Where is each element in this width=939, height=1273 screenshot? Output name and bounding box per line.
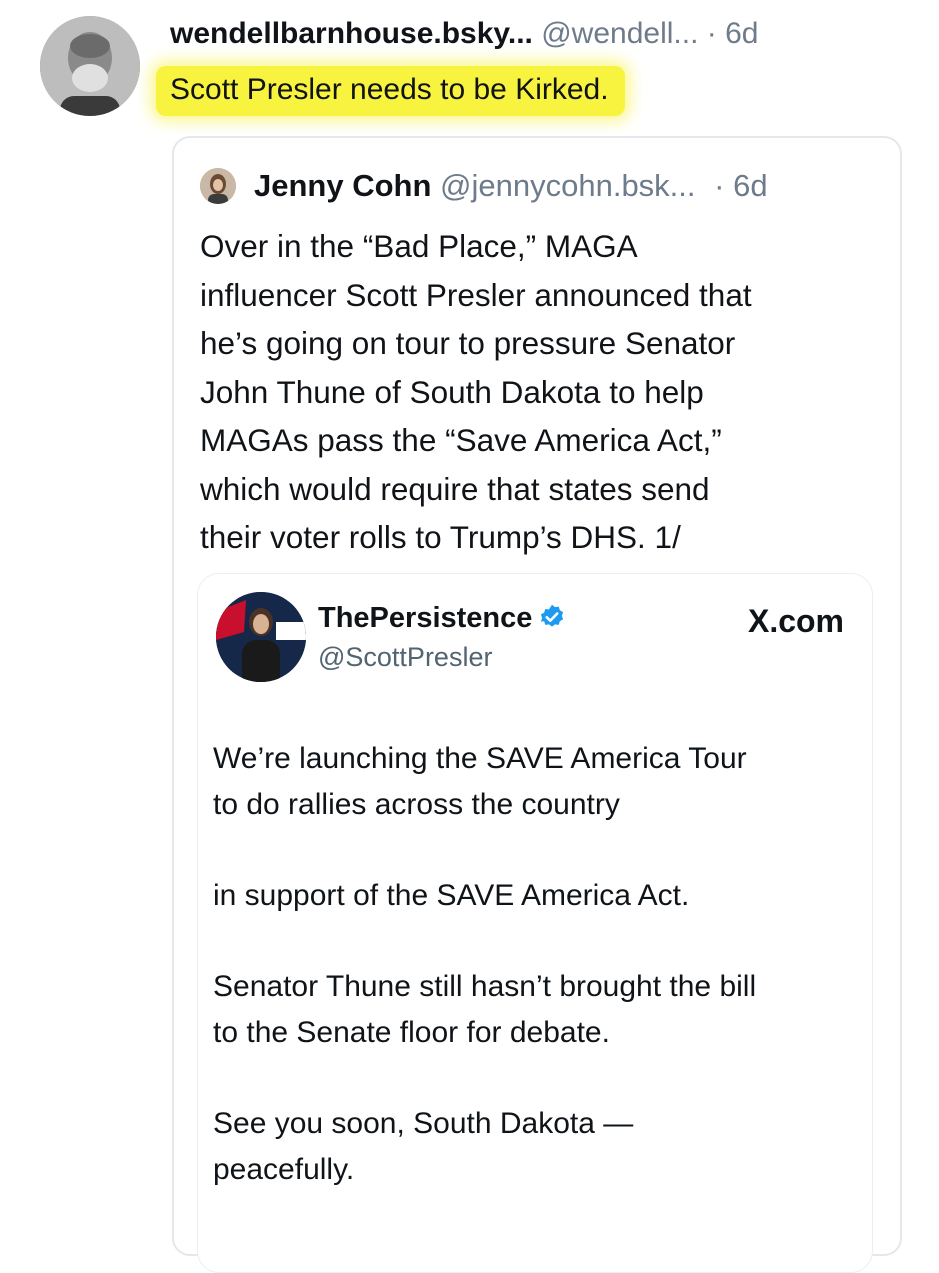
quoted-post-text: Over in the “Bad Place,” MAGA influencer… xyxy=(200,228,752,555)
x-post-paragraph: See you soon, South Dakota — peacefully. xyxy=(213,1107,634,1186)
verified-badge-icon xyxy=(538,603,566,631)
author-display-name[interactable]: wendellbarnhouse.bsky... xyxy=(170,17,533,50)
x-post-body: We’re launching the SAVE America Tour to… xyxy=(213,736,863,1238)
post-header: wendellbarnhouse.bsky... @wendell... · 6… xyxy=(170,14,758,54)
x-author-display-name: ThePersistence xyxy=(318,600,566,636)
quoted-age[interactable]: 6d xyxy=(733,168,767,203)
quoted-handle[interactable]: @jennycohn.bsk... xyxy=(440,168,696,203)
x-author-handle: @ScottPresler xyxy=(318,642,493,672)
post-separator: · xyxy=(706,17,717,50)
quoted-author-avatar-image xyxy=(200,168,236,204)
author-avatar-image xyxy=(40,16,140,116)
x-post-paragraph: Senator Thune still hasn’t brought the b… xyxy=(213,970,757,1049)
x-post-paragraph: We’re launching the SAVE America Tour to… xyxy=(213,742,747,821)
x-author-name-text: ThePersistence xyxy=(318,602,533,634)
post-text: Scott Presler needs to be Kirked. xyxy=(156,66,625,116)
quoted-author-avatar[interactable] xyxy=(200,168,236,204)
author-avatar[interactable] xyxy=(40,16,140,116)
author-handle[interactable]: @wendell... xyxy=(541,17,698,50)
quoted-separator: · xyxy=(714,168,725,203)
x-post-paragraph: in support of the SAVE America Act. xyxy=(213,879,690,912)
x-brand-label: X.com xyxy=(747,603,844,639)
post-age[interactable]: 6d xyxy=(725,17,758,50)
quoted-post-header: Jenny Cohn @jennycohn.bsk... · 6d xyxy=(254,166,768,206)
x-author-avatar xyxy=(216,592,306,682)
quoted-display-name[interactable]: Jenny Cohn xyxy=(254,168,431,203)
x-author-avatar-image xyxy=(216,592,306,682)
